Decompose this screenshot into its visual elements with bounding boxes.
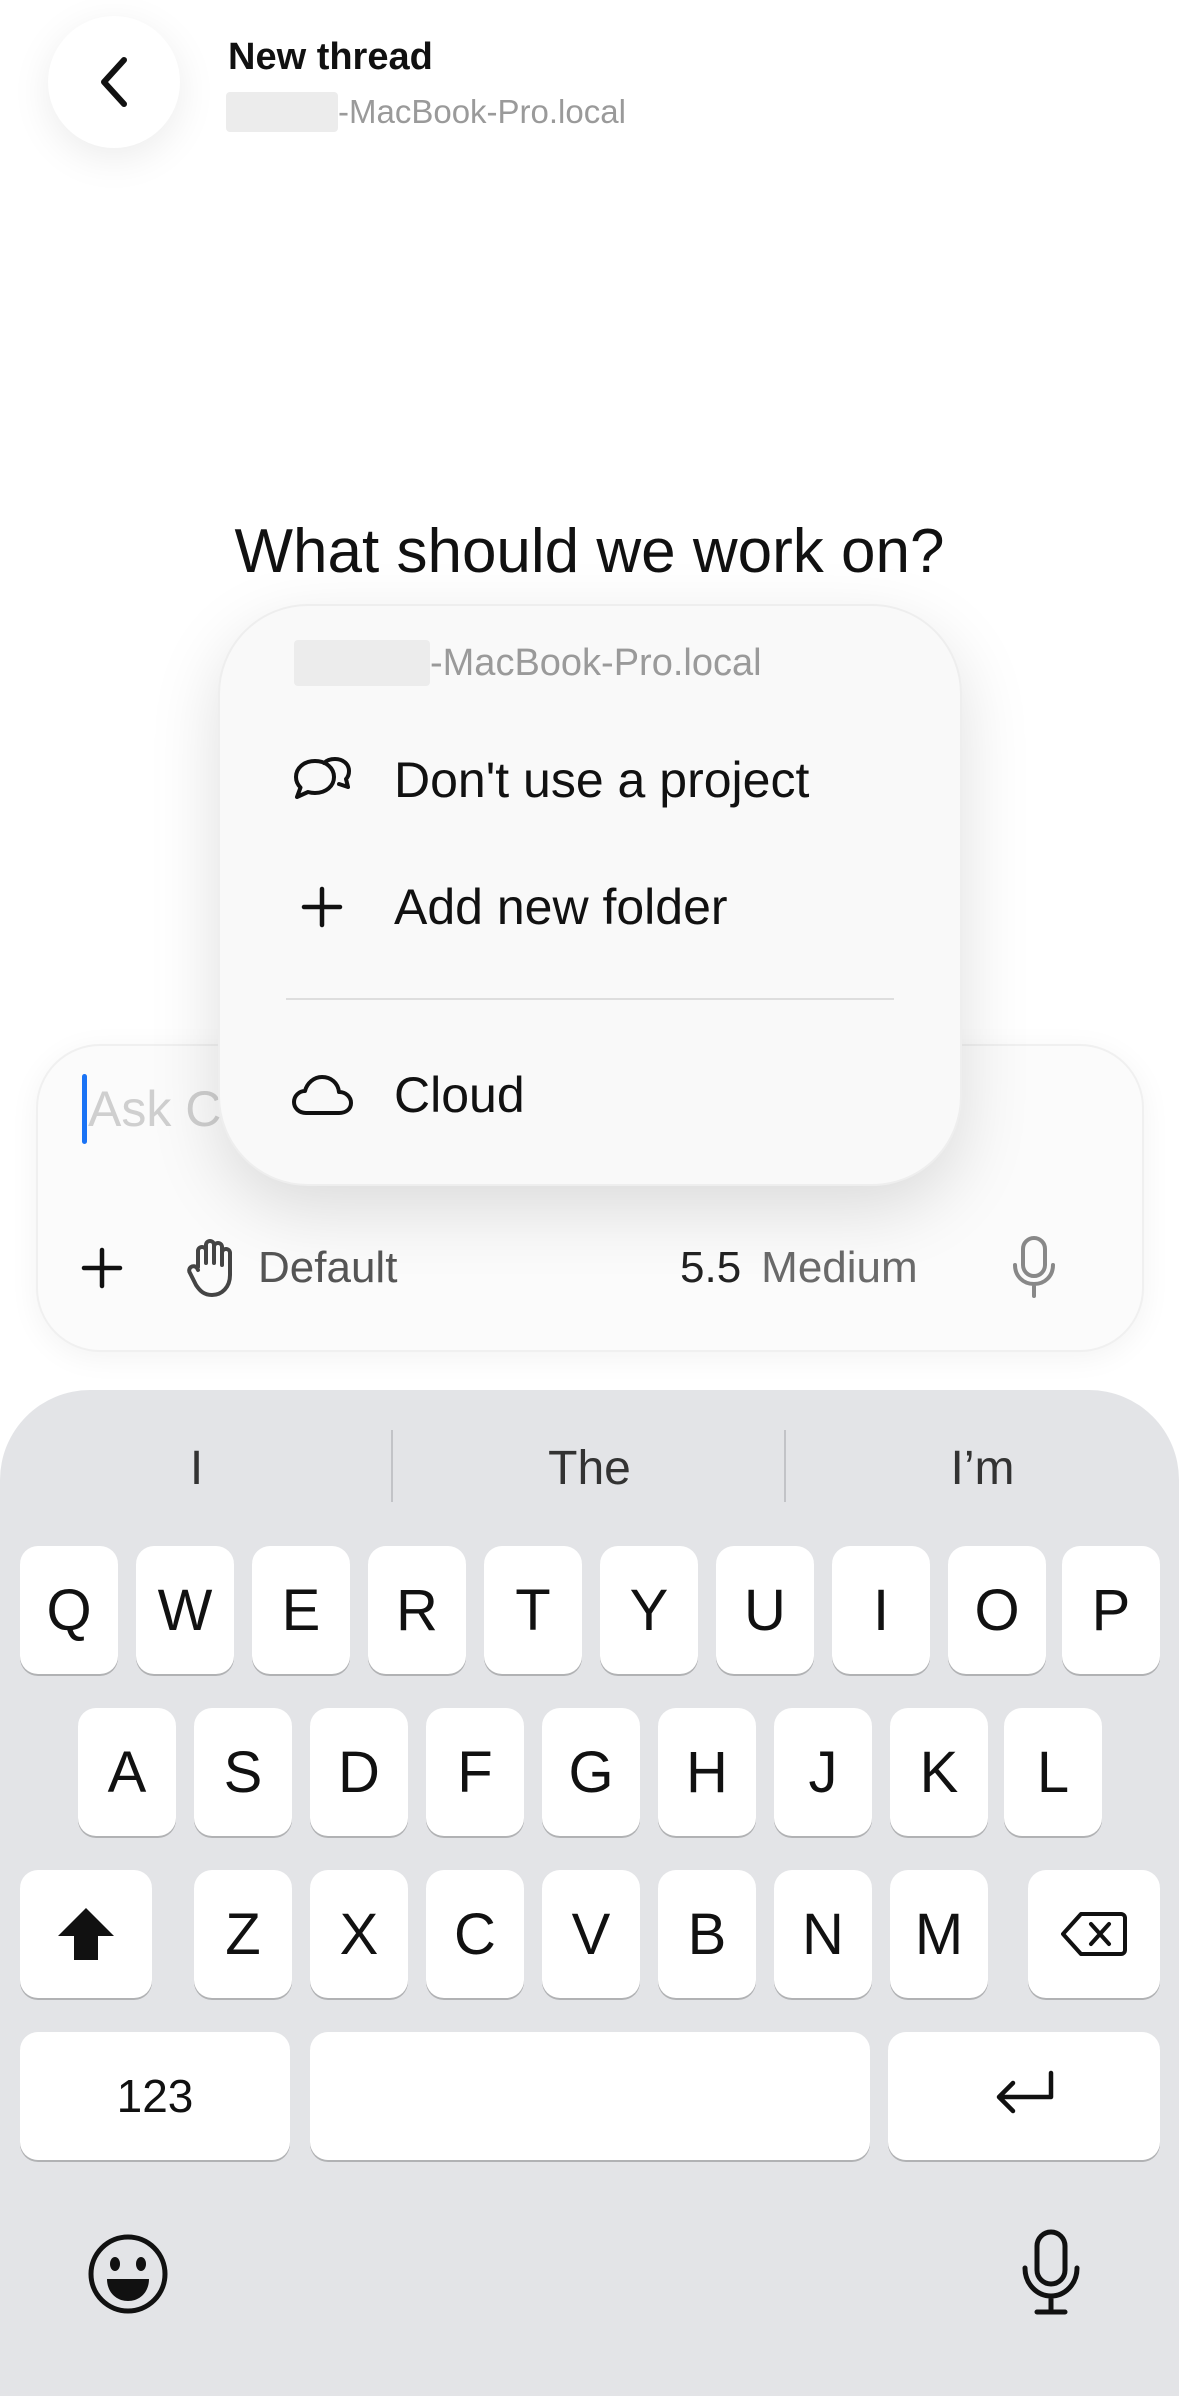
host-subtitle: -MacBook-Pro.local — [226, 92, 626, 132]
key-l[interactable]: L — [1004, 1708, 1102, 1836]
backspace-icon — [1061, 1912, 1127, 1956]
cloud-icon — [290, 1063, 354, 1127]
suggestion-item[interactable]: The — [393, 1428, 786, 1508]
chevron-left-icon — [101, 57, 127, 107]
key-x[interactable]: X — [310, 1870, 408, 1998]
attach-button[interactable] — [72, 1238, 132, 1298]
key-n[interactable]: N — [774, 1870, 872, 1998]
project-menu-host: -MacBook-Pro.local — [294, 640, 762, 686]
key-k[interactable]: K — [890, 1708, 988, 1836]
return-icon — [996, 2070, 1054, 2114]
page-heading: What should we work on? — [234, 517, 945, 586]
plus-icon — [81, 1247, 123, 1289]
voice-input-button[interactable] — [1004, 1230, 1064, 1304]
menu-item-label: Add new folder — [394, 879, 728, 935]
plus-icon — [290, 875, 354, 939]
mode-label: Default — [258, 1243, 398, 1292]
key-w[interactable]: W — [136, 1546, 234, 1674]
mode-selector[interactable]: Default — [186, 1232, 397, 1304]
menu-item-label: Don't use a project — [394, 752, 810, 808]
key-z[interactable]: Z — [194, 1870, 292, 1998]
key-b[interactable]: B — [658, 1870, 756, 1998]
thread-title: New thread — [228, 36, 433, 78]
numbers-key[interactable]: 123 — [20, 2032, 290, 2160]
back-button[interactable] — [48, 16, 180, 148]
key-e[interactable]: E — [252, 1546, 350, 1674]
suggestion-item[interactable]: I’m — [786, 1428, 1179, 1508]
text-caret — [82, 1074, 87, 1144]
model-selector[interactable]: 5.5 Medium — [680, 1236, 918, 1300]
key-v[interactable]: V — [542, 1870, 640, 1998]
key-q[interactable]: Q — [20, 1546, 118, 1674]
key-h[interactable]: H — [658, 1708, 756, 1836]
return-key[interactable] — [888, 2032, 1160, 2160]
key-t[interactable]: T — [484, 1546, 582, 1674]
key-f[interactable]: F — [426, 1708, 524, 1836]
menu-item-cloud[interactable]: Cloud — [290, 1060, 525, 1130]
chat-bubbles-icon — [290, 748, 354, 812]
key-g[interactable]: G — [542, 1708, 640, 1836]
menu-item-no-project[interactable]: Don't use a project — [290, 745, 809, 815]
suggestion-item[interactable]: I — [0, 1428, 393, 1508]
model-version: 5.5 — [680, 1243, 742, 1292]
hand-icon — [187, 1239, 232, 1297]
key-c[interactable]: C — [426, 1870, 524, 1998]
key-p[interactable]: P — [1062, 1546, 1160, 1674]
key-r[interactable]: R — [368, 1546, 466, 1674]
delete-key[interactable] — [1028, 1870, 1160, 1998]
key-i[interactable]: I — [832, 1546, 930, 1674]
emoji-icon — [88, 2234, 168, 2314]
redacted-hostname — [294, 640, 430, 686]
shift-icon — [58, 1908, 114, 1960]
key-u[interactable]: U — [716, 1546, 814, 1674]
key-o[interactable]: O — [948, 1546, 1046, 1674]
key-j[interactable]: J — [774, 1708, 872, 1836]
dictation-button[interactable] — [1016, 2226, 1086, 2320]
shift-key[interactable] — [20, 1870, 152, 1998]
project-menu-host-text: -MacBook-Pro.local — [430, 641, 762, 684]
key-s[interactable]: S — [194, 1708, 292, 1836]
microphone-icon — [1022, 2229, 1080, 2315]
microphone-icon — [1013, 1236, 1055, 1298]
key-a[interactable]: A — [78, 1708, 176, 1836]
key-y[interactable]: Y — [600, 1546, 698, 1674]
menu-item-label: Cloud — [394, 1067, 525, 1123]
space-key[interactable] — [310, 2032, 870, 2160]
model-effort: Medium — [761, 1243, 918, 1292]
menu-item-add-folder[interactable]: Add new folder — [290, 872, 728, 942]
key-d[interactable]: D — [310, 1708, 408, 1836]
host-subtitle-text: -MacBook-Pro.local — [338, 93, 626, 130]
emoji-button[interactable] — [86, 2232, 170, 2316]
menu-divider — [286, 998, 894, 1000]
key-m[interactable]: M — [890, 1870, 988, 1998]
redacted-hostname — [226, 92, 338, 132]
